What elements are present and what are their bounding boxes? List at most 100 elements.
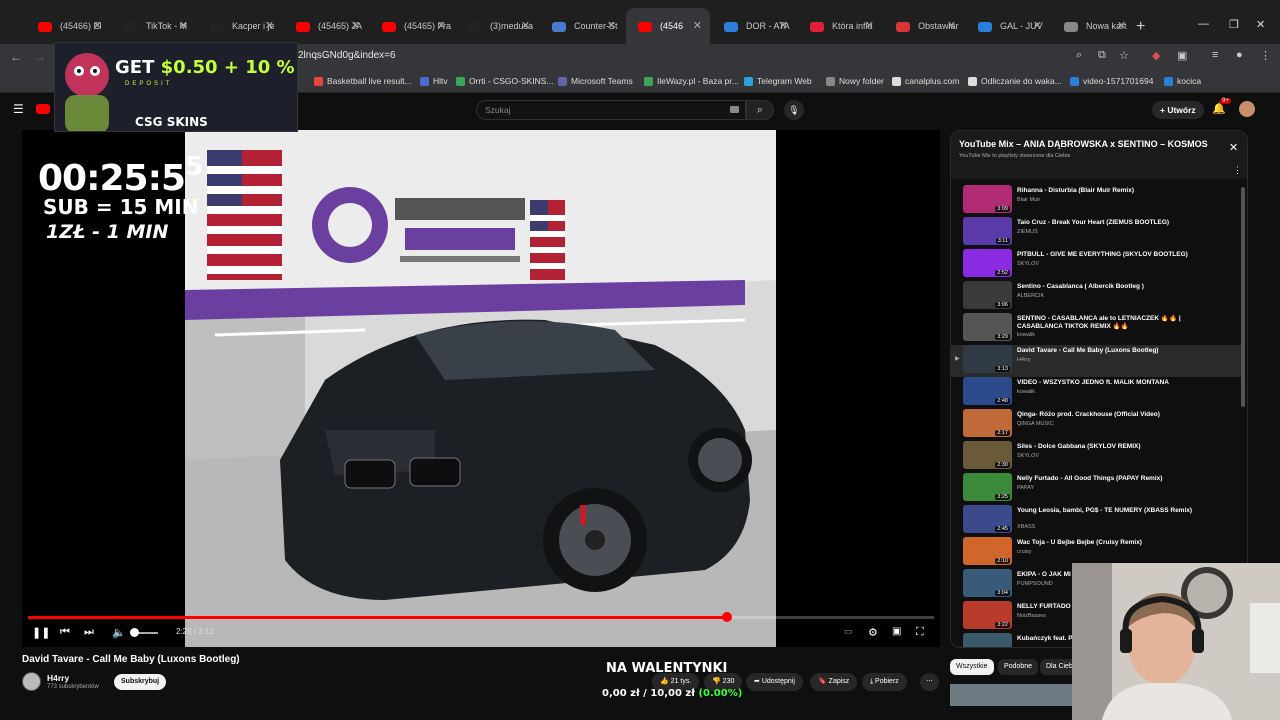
subscribe-button[interactable]: Subskrybuj	[114, 674, 167, 690]
tab-close-icon[interactable]: ✕	[521, 19, 530, 32]
playlist-thumbnail[interactable]: 3:13	[963, 345, 1012, 373]
close-window-icon[interactable]: ✕	[1256, 18, 1265, 31]
playlist-thumbnail[interactable]	[963, 633, 1012, 647]
bookmark-item[interactable]: Hltv	[420, 76, 448, 86]
csgoskins-ad[interactable]: GET $0.50 + 10 % DEPOSIT CSG SKINS	[54, 42, 298, 132]
bookmark-star-icon[interactable]: ☆	[1119, 49, 1129, 62]
progress-bar[interactable]	[28, 612, 934, 622]
tab-close-icon[interactable]: ✕	[865, 19, 874, 32]
browser-tab[interactable]: (4546 ✕	[626, 8, 710, 44]
tab-close-icon[interactable]: ✕	[779, 19, 788, 32]
bookmark-item[interactable]: IleWazy.pl - Baza pr...	[644, 76, 739, 86]
playlist-thumbnail[interactable]: 2:17	[963, 409, 1012, 437]
youtube-logo[interactable]	[36, 104, 50, 114]
playlist-item[interactable]: 3:25 Nelly Furtado - All Good Things (PAP…	[951, 473, 1241, 505]
next-icon[interactable]: ⏭	[84, 626, 94, 639]
profile-icon[interactable]: ●	[1236, 49, 1243, 61]
playlist-item[interactable]: ▶ 3:13 David Tavare - Call Me Baby (Luxons…	[951, 345, 1241, 377]
extension-icon[interactable]: ◆	[1152, 49, 1160, 62]
playlist-item[interactable]: 3:09 Rihanna - Disturbia (Blair Muir Remi…	[951, 185, 1241, 217]
settings-gear-icon[interactable]: ⚙	[868, 626, 878, 639]
video-player[interactable]: 00:25:55 SUB = 15 MIN 1ZŁ - 1 MIN ❚❚ ⏮ ⏭…	[22, 130, 940, 647]
browser-tab[interactable]: Counter-St ✕	[540, 8, 624, 44]
fullscreen-icon[interactable]: ⛶	[916, 626, 924, 639]
browser-tab[interactable]: (3)medusa ✕	[456, 8, 538, 44]
playlist-item[interactable]: 2:45 Young Leosia, bambi, PG$ - TE NUMERY…	[951, 505, 1241, 537]
save-button[interactable]: 🔖 Zapisz	[810, 673, 858, 691]
miniplayer-icon[interactable]: ▣	[892, 626, 901, 637]
playlist-thumbnail[interactable]: 2:45	[963, 505, 1012, 533]
tab-close-icon[interactable]: ✕	[947, 19, 956, 32]
install-icon[interactable]: ⧉	[1098, 49, 1106, 62]
download-button[interactable]: ⤓ Pobierz	[862, 673, 907, 691]
bookmark-item[interactable]: Microsoft Teams	[558, 76, 633, 86]
playlist-thumbnail[interactable]: 3:09	[963, 185, 1012, 213]
browser-tab[interactable]: TikTok - M ✕	[112, 8, 196, 44]
playlist-thumbnail[interactable]: 3:25	[963, 473, 1012, 501]
hamburger-menu-icon[interactable]: ☰	[13, 102, 24, 116]
tab-close-icon[interactable]: ✕	[1117, 19, 1126, 32]
bookmark-item[interactable]: Telegram Web	[744, 76, 812, 86]
browser-tab[interactable]: Obstawiar ✕	[884, 8, 964, 44]
subtitles-icon[interactable]: ▭	[844, 626, 853, 637]
playlist-item[interactable]: 2:48 VIDEO - WSZYSTKO JEDNO ft. MALIK MON…	[951, 377, 1241, 409]
channel-avatar[interactable]	[22, 672, 41, 691]
more-actions-icon[interactable]: ⋯	[920, 673, 939, 691]
address-bar[interactable]: 2lnqsGNd0g&index=6	[298, 50, 396, 61]
avatar[interactable]	[1239, 101, 1255, 117]
playlist-item[interactable]: 2:17 Qinga- Różo prod. Crackhouse (Offici…	[951, 409, 1241, 441]
bookmark-item[interactable]: canalplus.com	[892, 76, 959, 86]
filter-chip[interactable]: Podobne	[998, 659, 1039, 675]
channel-name[interactable]: H4rry	[47, 673, 69, 683]
tab-close-icon[interactable]: ✕	[607, 19, 616, 32]
playlist-scrollbar[interactable]	[1241, 187, 1245, 407]
bookmark-item[interactable]: Basketball live result...	[314, 76, 412, 86]
back-icon[interactable]: ←	[10, 50, 22, 64]
more-options-icon[interactable]: ⋮	[1233, 165, 1242, 176]
playlist-item[interactable]: 2:30 Siles - Dolce Gabbana (SKYLOV REMIX)…	[951, 441, 1241, 473]
media-control-icon[interactable]: ≡	[1212, 49, 1218, 61]
new-tab-button[interactable]: +	[1136, 18, 1145, 36]
search-input[interactable]: Szukaj	[476, 100, 746, 120]
tab-close-icon[interactable]: ✕	[1033, 19, 1042, 32]
browser-tab[interactable]: (45465) Fra ✕	[370, 8, 454, 44]
progress-scrubber[interactable]	[722, 612, 732, 622]
browser-tab[interactable]: Kacper i je ✕	[198, 8, 282, 44]
tab-close-icon[interactable]: ✕	[265, 19, 274, 32]
tab-close-icon[interactable]: ✕	[179, 19, 188, 32]
browser-tab[interactable]: Która influ ✕	[798, 8, 882, 44]
share-button[interactable]: ➦ Udostępnij	[746, 673, 803, 691]
bookmark-item[interactable]: kocica	[1164, 76, 1201, 86]
filter-chip[interactable]: Wszystkie	[950, 659, 994, 675]
tab-close-icon[interactable]: ✕	[693, 19, 702, 32]
browser-tab[interactable]: DOR - ATA ✕	[712, 8, 796, 44]
keyboard-icon[interactable]	[730, 106, 739, 113]
recommended-video-thumbnail[interactable]	[950, 684, 1072, 706]
maximize-icon[interactable]: ❐	[1229, 18, 1239, 31]
playlist-title[interactable]: YouTube Mix – ANIA DĄBROWSKA x SENTINO –…	[959, 139, 1208, 149]
browser-tab[interactable]: (45466) El ✕	[26, 8, 110, 44]
browser-tab[interactable]: Nowa kart ✕	[1052, 8, 1134, 44]
close-icon[interactable]: ✕	[1229, 141, 1238, 154]
search-button[interactable]: ⌕	[746, 100, 774, 120]
tab-close-icon[interactable]: ✕	[437, 19, 446, 32]
extensions-puzzle-icon[interactable]: ▣	[1177, 49, 1187, 62]
bookmark-item[interactable]: Orrti - CSGO-SKINS...	[456, 76, 554, 86]
forward-icon[interactable]: →	[34, 50, 46, 64]
playlist-thumbnail[interactable]: 2:48	[963, 377, 1012, 405]
previous-icon[interactable]: ⏮	[60, 626, 70, 639]
zoom-icon[interactable]: ⌕	[1076, 49, 1082, 62]
minimize-icon[interactable]: —	[1198, 18, 1209, 30]
bookmark-item[interactable]: Odliczanie do waka...	[968, 76, 1062, 86]
playlist-thumbnail[interactable]: 2:10	[963, 537, 1012, 565]
tab-close-icon[interactable]: ✕	[93, 19, 102, 32]
volume-icon[interactable]: 🔈	[112, 626, 126, 639]
volume-knob[interactable]	[130, 628, 139, 637]
create-button[interactable]: + Utwórz	[1152, 101, 1204, 119]
video-frame[interactable]	[185, 130, 776, 647]
bookmark-item[interactable]: video-1571701694	[1070, 76, 1153, 86]
playlist-item[interactable]: 3:11 Taio Cruz - Break Your Heart (ZIEMUŚ…	[951, 217, 1241, 249]
playlist-thumbnail[interactable]: 3:29	[963, 313, 1012, 341]
playlist-item[interactable]: 3:06 Sentino - Casablanca ( Albercik Boot…	[951, 281, 1241, 313]
tab-close-icon[interactable]: ✕	[351, 19, 360, 32]
